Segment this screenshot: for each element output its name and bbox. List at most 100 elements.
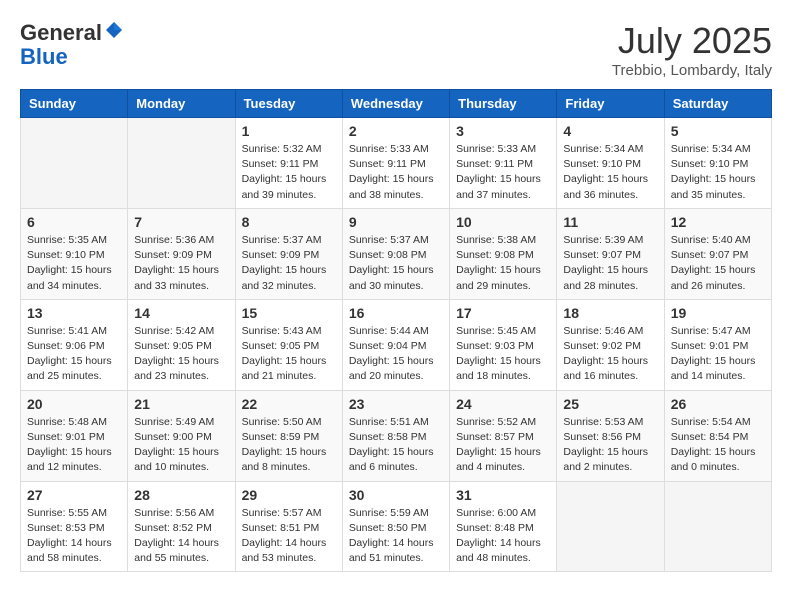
- calendar-cell: 25 Sunrise: 5:53 AM Sunset: 8:56 PM Dayli…: [557, 390, 664, 481]
- day-number: 19: [671, 305, 765, 321]
- header-day: Tuesday: [235, 90, 342, 118]
- day-number: 27: [27, 487, 121, 503]
- calendar-cell: 21 Sunrise: 5:49 AM Sunset: 9:00 PM Dayli…: [128, 390, 235, 481]
- day-number: 15: [242, 305, 336, 321]
- calendar-cell: 9Sunrise: 5:37 AM Sunset: 9:08 PM Daylig…: [342, 208, 449, 299]
- day-info: Sunrise: 5:54 AM Sunset: 8:54 PM Dayligh…: [671, 415, 765, 476]
- day-info: Sunrise: 5:33 AM Sunset: 9:11 PM Dayligh…: [349, 142, 443, 203]
- logo-blue: Blue: [20, 44, 68, 69]
- calendar-cell: 30Sunrise: 5:59 AM Sunset: 8:50 PM Dayli…: [342, 481, 449, 572]
- calendar-cell: 6Sunrise: 5:35 AM Sunset: 9:10 PM Daylig…: [21, 208, 128, 299]
- calendar-cell: 4 Sunrise: 5:34 AM Sunset: 9:10 PM Daylig…: [557, 118, 664, 209]
- day-info: Sunrise: 5:41 AM Sunset: 9:06 PM Dayligh…: [27, 324, 121, 385]
- calendar-cell: 2Sunrise: 5:33 AM Sunset: 9:11 PM Daylig…: [342, 118, 449, 209]
- header-day: Saturday: [664, 90, 771, 118]
- calendar-cell: 13 Sunrise: 5:41 AM Sunset: 9:06 PM Dayli…: [21, 299, 128, 390]
- calendar-cell: 3 Sunrise: 5:33 AM Sunset: 9:11 PM Daylig…: [450, 118, 557, 209]
- calendar-week-row: 6Sunrise: 5:35 AM Sunset: 9:10 PM Daylig…: [21, 208, 772, 299]
- day-info: Sunrise: 5:34 AM Sunset: 9:10 PM Dayligh…: [563, 142, 657, 203]
- day-info: Sunrise: 5:57 AM Sunset: 8:51 PM Dayligh…: [242, 506, 336, 567]
- day-number: 23: [349, 396, 443, 412]
- day-number: 24: [456, 396, 550, 412]
- calendar-cell: 23 Sunrise: 5:51 AM Sunset: 8:58 PM Dayli…: [342, 390, 449, 481]
- day-info: Sunrise: 5:37 AM Sunset: 9:09 PM Dayligh…: [242, 233, 336, 294]
- day-info: Sunrise: 5:39 AM Sunset: 9:07 PM Dayligh…: [563, 233, 657, 294]
- day-info: Sunrise: 5:38 AM Sunset: 9:08 PM Dayligh…: [456, 233, 550, 294]
- calendar-cell: 28 Sunrise: 5:56 AM Sunset: 8:52 PM Dayli…: [128, 481, 235, 572]
- header-day: Wednesday: [342, 90, 449, 118]
- day-info: Sunrise: 5:45 AM Sunset: 9:03 PM Dayligh…: [456, 324, 550, 385]
- day-info: Sunrise: 5:49 AM Sunset: 9:00 PM Dayligh…: [134, 415, 228, 476]
- day-info: Sunrise: 5:56 AM Sunset: 8:52 PM Dayligh…: [134, 506, 228, 567]
- location: Trebbio, Lombardy, Italy: [612, 62, 772, 79]
- calendar-cell: 17 Sunrise: 5:45 AM Sunset: 9:03 PM Dayli…: [450, 299, 557, 390]
- day-number: 17: [456, 305, 550, 321]
- calendar-cell: 20 Sunrise: 5:48 AM Sunset: 9:01 PM Dayli…: [21, 390, 128, 481]
- calendar-cell: 27Sunrise: 5:55 AM Sunset: 8:53 PM Dayli…: [21, 481, 128, 572]
- logo-icon: [104, 20, 124, 40]
- title-block: July 2025 Trebbio, Lombardy, Italy: [612, 20, 772, 79]
- day-number: 5: [671, 123, 765, 139]
- calendar-cell: 1 Sunrise: 5:32 AM Sunset: 9:11 PM Daylig…: [235, 118, 342, 209]
- day-number: 21: [134, 396, 228, 412]
- day-info: Sunrise: 5:51 AM Sunset: 8:58 PM Dayligh…: [349, 415, 443, 476]
- calendar-week-row: 1 Sunrise: 5:32 AM Sunset: 9:11 PM Daylig…: [21, 118, 772, 209]
- day-number: 4: [563, 123, 657, 139]
- calendar-cell: 18Sunrise: 5:46 AM Sunset: 9:02 PM Dayli…: [557, 299, 664, 390]
- month-title: July 2025: [612, 20, 772, 62]
- day-number: 3: [456, 123, 550, 139]
- calendar-week-row: 27Sunrise: 5:55 AM Sunset: 8:53 PM Dayli…: [21, 481, 772, 572]
- day-info: Sunrise: 5:42 AM Sunset: 9:05 PM Dayligh…: [134, 324, 228, 385]
- day-number: 25: [563, 396, 657, 412]
- day-number: 8: [242, 214, 336, 230]
- day-number: 18: [563, 305, 657, 321]
- calendar-cell: 8 Sunrise: 5:37 AM Sunset: 9:09 PM Daylig…: [235, 208, 342, 299]
- day-number: 28: [134, 487, 228, 503]
- day-info: Sunrise: 5:32 AM Sunset: 9:11 PM Dayligh…: [242, 142, 336, 203]
- calendar-cell: [128, 118, 235, 209]
- calendar-cell: 24 Sunrise: 5:52 AM Sunset: 8:57 PM Dayli…: [450, 390, 557, 481]
- calendar-cell: 22 Sunrise: 5:50 AM Sunset: 8:59 PM Dayli…: [235, 390, 342, 481]
- header-day: Monday: [128, 90, 235, 118]
- calendar-cell: 31Sunrise: 6:00 AM Sunset: 8:48 PM Dayli…: [450, 481, 557, 572]
- calendar-cell: [664, 481, 771, 572]
- day-number: 1: [242, 123, 336, 139]
- calendar-week-row: 20 Sunrise: 5:48 AM Sunset: 9:01 PM Dayli…: [21, 390, 772, 481]
- day-number: 12: [671, 214, 765, 230]
- day-info: Sunrise: 5:48 AM Sunset: 9:01 PM Dayligh…: [27, 415, 121, 476]
- day-info: Sunrise: 5:40 AM Sunset: 9:07 PM Dayligh…: [671, 233, 765, 294]
- calendar-cell: 10Sunrise: 5:38 AM Sunset: 9:08 PM Dayli…: [450, 208, 557, 299]
- header-day: Sunday: [21, 90, 128, 118]
- calendar-cell: 14 Sunrise: 5:42 AM Sunset: 9:05 PM Dayli…: [128, 299, 235, 390]
- day-number: 11: [563, 214, 657, 230]
- day-number: 22: [242, 396, 336, 412]
- day-info: Sunrise: 5:33 AM Sunset: 9:11 PM Dayligh…: [456, 142, 550, 203]
- header-day: Thursday: [450, 90, 557, 118]
- day-number: 31: [456, 487, 550, 503]
- calendar-week-row: 13 Sunrise: 5:41 AM Sunset: 9:06 PM Dayli…: [21, 299, 772, 390]
- calendar-cell: 26 Sunrise: 5:54 AM Sunset: 8:54 PM Dayli…: [664, 390, 771, 481]
- logo: General Blue: [20, 20, 124, 69]
- day-number: 26: [671, 396, 765, 412]
- day-info: Sunrise: 5:53 AM Sunset: 8:56 PM Dayligh…: [563, 415, 657, 476]
- day-info: Sunrise: 5:47 AM Sunset: 9:01 PM Dayligh…: [671, 324, 765, 385]
- page-header: General Blue July 2025 Trebbio, Lombardy…: [20, 20, 772, 79]
- day-number: 9: [349, 214, 443, 230]
- day-info: Sunrise: 5:52 AM Sunset: 8:57 PM Dayligh…: [456, 415, 550, 476]
- day-info: Sunrise: 5:34 AM Sunset: 9:10 PM Dayligh…: [671, 142, 765, 203]
- header-day: Friday: [557, 90, 664, 118]
- day-number: 14: [134, 305, 228, 321]
- day-number: 20: [27, 396, 121, 412]
- day-info: Sunrise: 5:35 AM Sunset: 9:10 PM Dayligh…: [27, 233, 121, 294]
- day-info: Sunrise: 5:50 AM Sunset: 8:59 PM Dayligh…: [242, 415, 336, 476]
- calendar-table: SundayMondayTuesdayWednesdayThursdayFrid…: [20, 89, 772, 572]
- calendar-cell: 19 Sunrise: 5:47 AM Sunset: 9:01 PM Dayli…: [664, 299, 771, 390]
- day-number: 16: [349, 305, 443, 321]
- calendar-cell: 15Sunrise: 5:43 AM Sunset: 9:05 PM Dayli…: [235, 299, 342, 390]
- day-info: Sunrise: 5:36 AM Sunset: 9:09 PM Dayligh…: [134, 233, 228, 294]
- calendar-header-row: SundayMondayTuesdayWednesdayThursdayFrid…: [21, 90, 772, 118]
- calendar-cell: 11 Sunrise: 5:39 AM Sunset: 9:07 PM Dayli…: [557, 208, 664, 299]
- day-number: 13: [27, 305, 121, 321]
- day-number: 7: [134, 214, 228, 230]
- calendar-cell: 29Sunrise: 5:57 AM Sunset: 8:51 PM Dayli…: [235, 481, 342, 572]
